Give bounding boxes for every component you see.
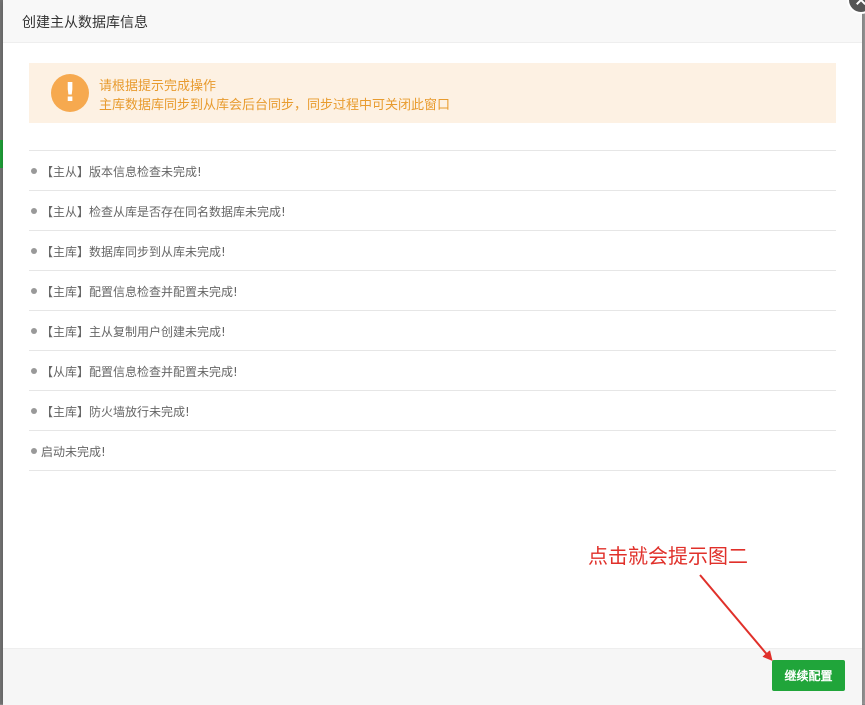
notice-description: 主库数据库同步到从库会后台同步，同步过程中可关闭此窗口	[99, 98, 451, 113]
list-item: 【主库】防火墙放行未完成!	[29, 391, 836, 431]
continue-config-button[interactable]: 继续配置	[772, 660, 845, 691]
bullet-dot-icon	[31, 328, 37, 334]
notice-banner: ! 请根据提示完成操作 主库数据库同步到从库会后台同步，同步过程中可关闭此窗口	[29, 63, 836, 123]
annotation-text: 点击就会提示图二	[588, 544, 748, 568]
dialog-footer: 继续配置	[3, 648, 862, 705]
dialog-title: 创建主从数据库信息	[22, 15, 148, 31]
bullet-dot-icon	[31, 288, 37, 294]
bullet-dot-icon	[31, 368, 37, 374]
list-item: 【主从】版本信息检查未完成!	[29, 151, 836, 191]
step-text: 【主库】防火墙放行未完成!	[41, 405, 190, 419]
bullet-dot-icon	[31, 448, 37, 454]
list-item: 【主库】数据库同步到从库未完成!	[29, 231, 836, 271]
bullet-dot-icon	[31, 248, 37, 254]
exclamation-icon: !	[51, 74, 89, 112]
step-text: 【主从】版本信息检查未完成!	[41, 165, 202, 179]
step-text: 【主库】数据库同步到从库未完成!	[41, 245, 226, 259]
step-text: 启动未完成!	[41, 445, 106, 459]
create-master-slave-dialog: 创建主从数据库信息 ! 请根据提示完成操作 主库数据库同步到从库会后台同步，同步…	[3, 0, 865, 705]
step-text: 【主库】主从复制用户创建未完成!	[41, 325, 226, 339]
step-text: 【主库】配置信息检查并配置未完成!	[41, 285, 238, 299]
list-item: 【从库】配置信息检查并配置未完成!	[29, 351, 836, 391]
list-item: 【主从】检查从库是否存在同名数据库未完成!	[29, 191, 836, 231]
list-item: 【主库】配置信息检查并配置未完成!	[29, 271, 836, 311]
step-text: 【从库】配置信息检查并配置未完成!	[41, 365, 238, 379]
notice-title: 请根据提示完成操作	[99, 79, 217, 94]
step-text: 【主从】检查从库是否存在同名数据库未完成!	[41, 205, 286, 219]
list-item: 【主库】主从复制用户创建未完成!	[29, 311, 836, 351]
bullet-dot-icon	[31, 208, 37, 214]
bullet-dot-icon	[31, 168, 37, 174]
bullet-dot-icon	[31, 408, 37, 414]
list-item: 启动未完成!	[29, 431, 836, 471]
dialog-header: 创建主从数据库信息	[3, 0, 862, 43]
step-list: 【主从】版本信息检查未完成! 【主从】检查从库是否存在同名数据库未完成! 【主库…	[29, 150, 836, 471]
